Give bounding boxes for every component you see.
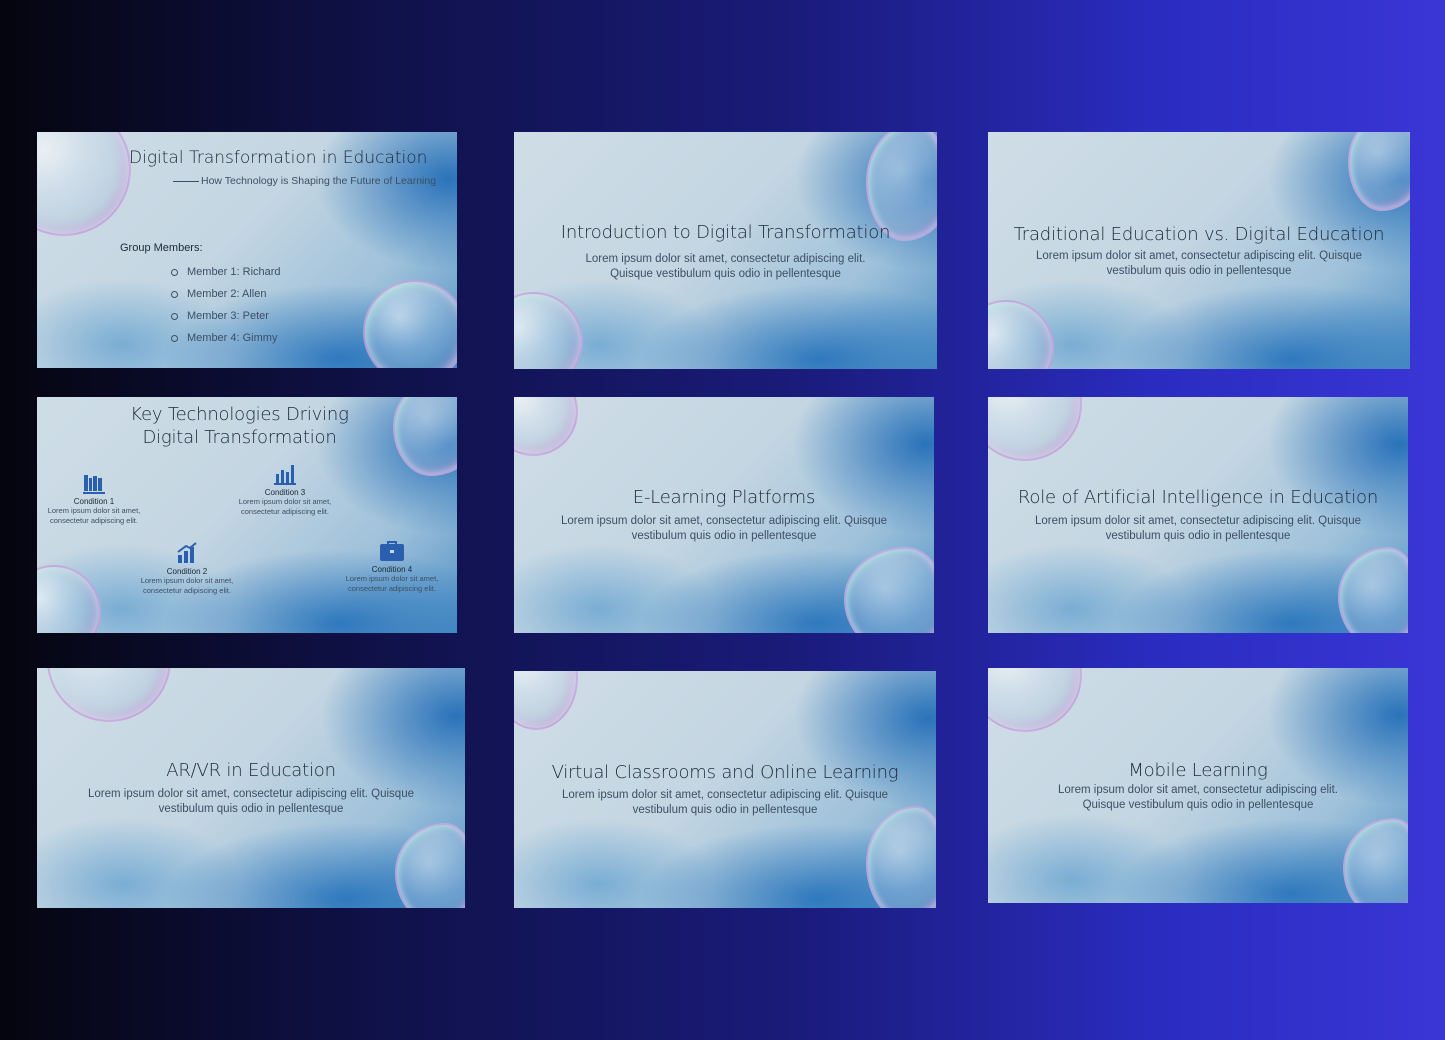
bubble-decoration (844, 547, 934, 633)
slide-thumbnail-2[interactable]: Introduction to Digital Transformation L… (514, 132, 937, 369)
bubble-decoration (1338, 547, 1408, 633)
member-name: Member 2: Allen (187, 288, 267, 300)
slide-subtitle: How Technology is Shaping the Future of … (173, 175, 436, 187)
circle-bullet-icon (171, 268, 178, 276)
member-name: Member 1: Richard (187, 266, 281, 278)
slide-thumbnail-7[interactable]: AR/VR in Education Lorem ipsum dolor sit… (37, 668, 465, 908)
slide-body-text: Lorem ipsum dolor sit amet, consectetur … (1036, 250, 1362, 277)
bubble-decoration (37, 132, 131, 236)
condition-label: Condition 1 (73, 497, 115, 506)
bar-chart-icon (274, 465, 296, 485)
condition-label: Condition 4 (371, 565, 413, 574)
bubble-decoration (514, 292, 583, 369)
list-item: Member 2: Allen (171, 286, 281, 308)
slide-title: Digital Transformation in Education (129, 148, 428, 168)
bubble-decoration (514, 671, 578, 730)
circle-bullet-icon (171, 334, 178, 342)
bubble-decoration (866, 806, 936, 908)
slide-thumbnail-3[interactable]: Traditional Education vs. Digital Educat… (988, 132, 1410, 369)
briefcase-icon (380, 541, 404, 561)
condition-2: Condition 2 Lorem ipsum dolor sit amet, … (132, 541, 242, 596)
bubble-decoration (395, 823, 465, 908)
circle-bullet-icon (171, 290, 178, 298)
condition-1: Condition 1 Lorem ipsum dolor sit amet, … (39, 473, 149, 526)
condition-label: Condition 2 (166, 567, 208, 576)
bubble-decoration (988, 397, 1082, 461)
slide-thumbnail-8[interactable]: Virtual Classrooms and Online Learning L… (514, 671, 936, 908)
slide-body-text: Lorem ipsum dolor sit amet, consectetur … (561, 515, 887, 542)
member-name: Member 3: Peter (187, 310, 269, 322)
slide-body-text: Lorem ipsum dolor sit amet, consectetur … (585, 253, 866, 280)
bubble-decoration (37, 565, 101, 633)
bubble-decoration (1343, 818, 1408, 903)
bubble-decoration (1348, 132, 1410, 211)
slide-thumbnail-9[interactable]: Mobile Learning Lorem ipsum dolor sit am… (988, 668, 1408, 903)
bubble-decoration (514, 397, 578, 456)
group-members-label: Group Members: (120, 242, 203, 254)
slide-body-text: Lorem ipsum dolor sit amet, consectetur … (88, 788, 414, 815)
slide-title: Introduction to Digital Transformation (560, 222, 891, 243)
condition-text: Lorem ipsum dolor sit amet, consectetur … (140, 576, 234, 595)
bubble-decoration (988, 300, 1054, 369)
slide-title: Virtual Classrooms and Online Learning (551, 762, 899, 783)
member-name: Member 4: Gimmy (187, 332, 278, 344)
slide-thumbnail-1[interactable]: Digital Transformation in Education How … (37, 132, 457, 368)
condition-3: Condition 3 Lorem ipsum dolor sit amet, … (230, 462, 340, 517)
list-item: Member 3: Peter (171, 308, 281, 330)
condition-text: Lorem ipsum dolor sit amet, consectetur … (47, 506, 141, 525)
slide-body-text: Lorem ipsum dolor sit amet, consectetur … (1035, 515, 1361, 542)
slide-title: Role of Artificial Intelligence in Educa… (1017, 487, 1379, 508)
bubble-decoration (363, 280, 457, 368)
list-item: Member 1: Richard (171, 264, 281, 286)
circle-bullet-icon (171, 312, 178, 320)
condition-4: Condition 4 Lorem ipsum dolor sit amet, … (337, 539, 447, 594)
slide-thumbnail-4[interactable]: Key Technologies Driving Digital Transfo… (37, 397, 457, 633)
slide-thumbnail-6[interactable]: Role of Artificial Intelligence in Educa… (988, 397, 1408, 633)
slide-body-text: Lorem ipsum dolor sit amet, consectetur … (562, 789, 888, 816)
condition-text: Lorem ipsum dolor sit amet, consectetur … (238, 497, 332, 516)
list-item: Member 4: Gimmy (171, 330, 281, 352)
books-icon (83, 475, 105, 494)
condition-text: Lorem ipsum dolor sit amet, consectetur … (345, 574, 439, 593)
slide-thumbnail-5[interactable]: E-Learning Platforms Lorem ipsum dolor s… (514, 397, 934, 633)
slide-title: Key Technologies Driving Digital Transfo… (130, 404, 349, 448)
slide-title: Mobile Learning (1128, 760, 1268, 781)
condition-label: Condition 3 (264, 488, 306, 497)
bubble-decoration (47, 668, 171, 722)
bubble-decoration (393, 397, 457, 476)
slide-title: Traditional Education vs. Digital Educat… (1013, 224, 1385, 245)
member-list: Member 1: Richard Member 2: Allen Member… (171, 264, 281, 352)
slide-title: AR/VR in Education (166, 760, 336, 781)
slide-title: E-Learning Platforms (632, 487, 816, 508)
slide-body-text: Lorem ipsum dolor sit amet, consectetur … (1058, 784, 1338, 811)
bubble-decoration (988, 668, 1082, 732)
growth-chart-icon (177, 542, 197, 563)
